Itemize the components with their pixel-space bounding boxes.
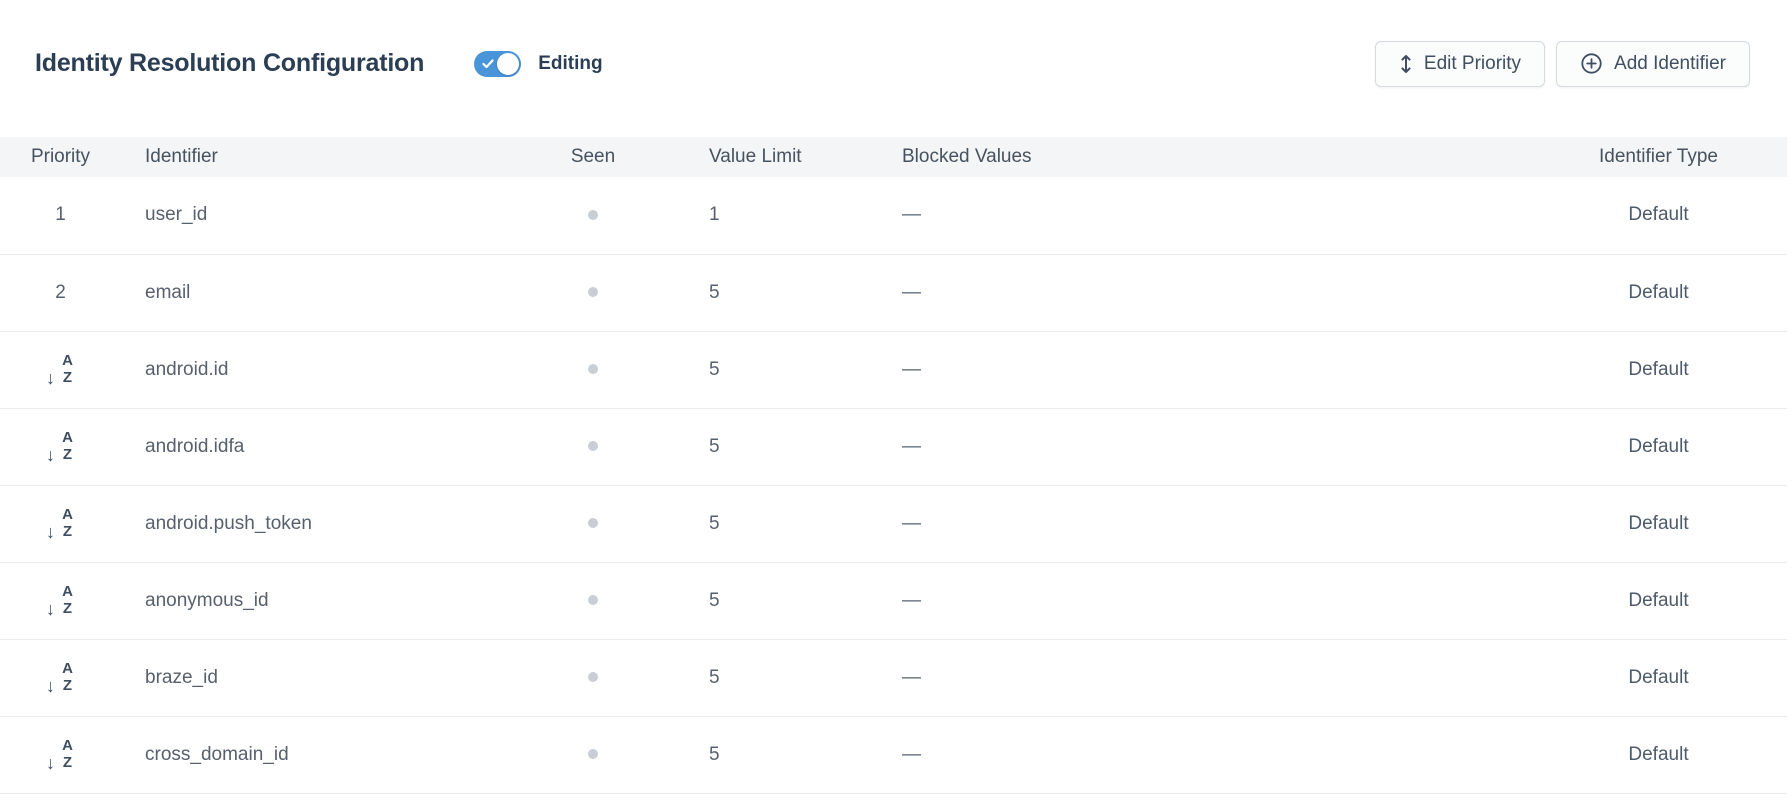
seen-indicator-dot	[588, 749, 598, 759]
check-icon	[482, 59, 494, 69]
priority-cell: AZ↓	[0, 408, 121, 485]
seen-indicator-dot	[588, 518, 598, 528]
table-row[interactable]: AZ↓ anonymous_id 5 — Default	[0, 562, 1787, 639]
edit-priority-label: Edit Priority	[1424, 53, 1521, 75]
column-header-identifier-type: Identifier Type	[1530, 137, 1787, 177]
sort-alpha-down-icon: AZ↓	[47, 431, 74, 462]
seen-indicator-dot	[588, 287, 598, 297]
blocked-values-cell: —	[878, 485, 1530, 562]
table-row[interactable]: 2 email 5 — Default	[0, 254, 1787, 331]
identifiers-table: Priority Identifier Seen Value Limit Blo…	[0, 137, 1787, 794]
priority-cell: AZ↓	[0, 331, 121, 408]
value-limit-cell: 5	[685, 254, 878, 331]
table-header-row: Priority Identifier Seen Value Limit Blo…	[0, 137, 1787, 177]
table-row[interactable]: 1 user_id 1 — Default	[0, 177, 1787, 254]
table-row[interactable]: AZ↓ braze_id 5 — Default	[0, 639, 1787, 716]
sort-alpha-down-icon: AZ↓	[47, 508, 74, 539]
value-limit-cell: 5	[685, 485, 878, 562]
value-limit-cell: 5	[685, 639, 878, 716]
sort-alpha-down-icon: AZ↓	[47, 354, 74, 385]
seen-indicator-dot	[588, 210, 598, 220]
value-limit-cell: 5	[685, 562, 878, 639]
value-limit-cell: 1	[685, 177, 878, 254]
table-row[interactable]: AZ↓ android.id 5 — Default	[0, 331, 1787, 408]
sort-alpha-down-icon: AZ↓	[47, 585, 74, 616]
identifier-type-cell: Default	[1530, 408, 1787, 485]
editing-toggle[interactable]	[474, 51, 521, 77]
identifier-type-cell: Default	[1530, 254, 1787, 331]
table-row[interactable]: AZ↓ android.idfa 5 — Default	[0, 408, 1787, 485]
page-header: Identity Resolution Configuration Editin…	[0, 0, 1792, 137]
editing-toggle-group: Editing	[474, 51, 602, 77]
priority-cell: 2	[0, 254, 121, 331]
priority-cell: AZ↓	[0, 639, 121, 716]
table-row[interactable]: AZ↓ android.push_token 5 — Default	[0, 485, 1787, 562]
identifier-cell: user_id	[121, 177, 501, 254]
identifier-cell: android.id	[121, 331, 501, 408]
identifier-cell: android.push_token	[121, 485, 501, 562]
identifier-cell: braze_id	[121, 639, 501, 716]
value-limit-cell: 5	[685, 331, 878, 408]
priority-cell: 1	[0, 177, 121, 254]
column-header-value-limit: Value Limit	[685, 137, 878, 177]
toggle-knob	[497, 53, 519, 75]
identifier-cell: email	[121, 254, 501, 331]
arrows-up-down-icon	[1399, 53, 1413, 75]
identifier-cell: android.idfa	[121, 408, 501, 485]
identifier-cell: cross_domain_id	[121, 716, 501, 793]
blocked-values-cell: —	[878, 639, 1530, 716]
blocked-values-cell: —	[878, 562, 1530, 639]
priority-cell: AZ↓	[0, 485, 121, 562]
column-header-blocked-values: Blocked Values	[878, 137, 1530, 177]
add-identifier-button[interactable]: Add Identifier	[1556, 41, 1750, 87]
seen-indicator-dot	[588, 364, 598, 374]
seen-indicator-dot	[588, 672, 598, 682]
blocked-values-cell: —	[878, 716, 1530, 793]
sort-alpha-down-icon: AZ↓	[47, 739, 74, 770]
blocked-values-cell: —	[878, 177, 1530, 254]
seen-indicator-dot	[588, 441, 598, 451]
identifier-type-cell: Default	[1530, 716, 1787, 793]
page-title: Identity Resolution Configuration	[35, 49, 424, 78]
plus-circle-icon	[1580, 52, 1603, 75]
identifier-type-cell: Default	[1530, 331, 1787, 408]
value-limit-cell: 5	[685, 716, 878, 793]
blocked-values-cell: —	[878, 331, 1530, 408]
priority-cell: AZ↓	[0, 716, 121, 793]
column-header-identifier: Identifier	[121, 137, 501, 177]
identifier-type-cell: Default	[1530, 485, 1787, 562]
priority-cell: AZ↓	[0, 562, 121, 639]
edit-priority-button[interactable]: Edit Priority	[1375, 41, 1545, 87]
identifier-type-cell: Default	[1530, 639, 1787, 716]
value-limit-cell: 5	[685, 408, 878, 485]
add-identifier-label: Add Identifier	[1614, 53, 1726, 75]
editing-toggle-label: Editing	[538, 53, 602, 75]
blocked-values-cell: —	[878, 408, 1530, 485]
column-header-priority: Priority	[0, 137, 121, 177]
identifier-cell: anonymous_id	[121, 562, 501, 639]
table-row[interactable]: AZ↓ cross_domain_id 5 — Default	[0, 716, 1787, 793]
identifier-type-cell: Default	[1530, 562, 1787, 639]
sort-alpha-down-icon: AZ↓	[47, 662, 74, 693]
column-header-seen: Seen	[501, 137, 685, 177]
blocked-values-cell: —	[878, 254, 1530, 331]
identifier-type-cell: Default	[1530, 177, 1787, 254]
seen-indicator-dot	[588, 595, 598, 605]
